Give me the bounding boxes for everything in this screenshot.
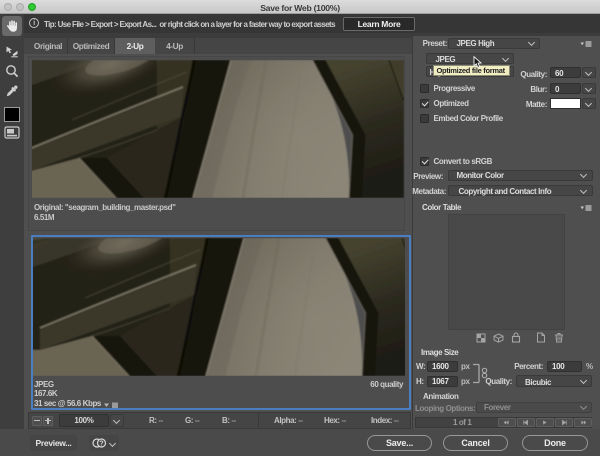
svg-text:?: ? — [99, 441, 103, 448]
